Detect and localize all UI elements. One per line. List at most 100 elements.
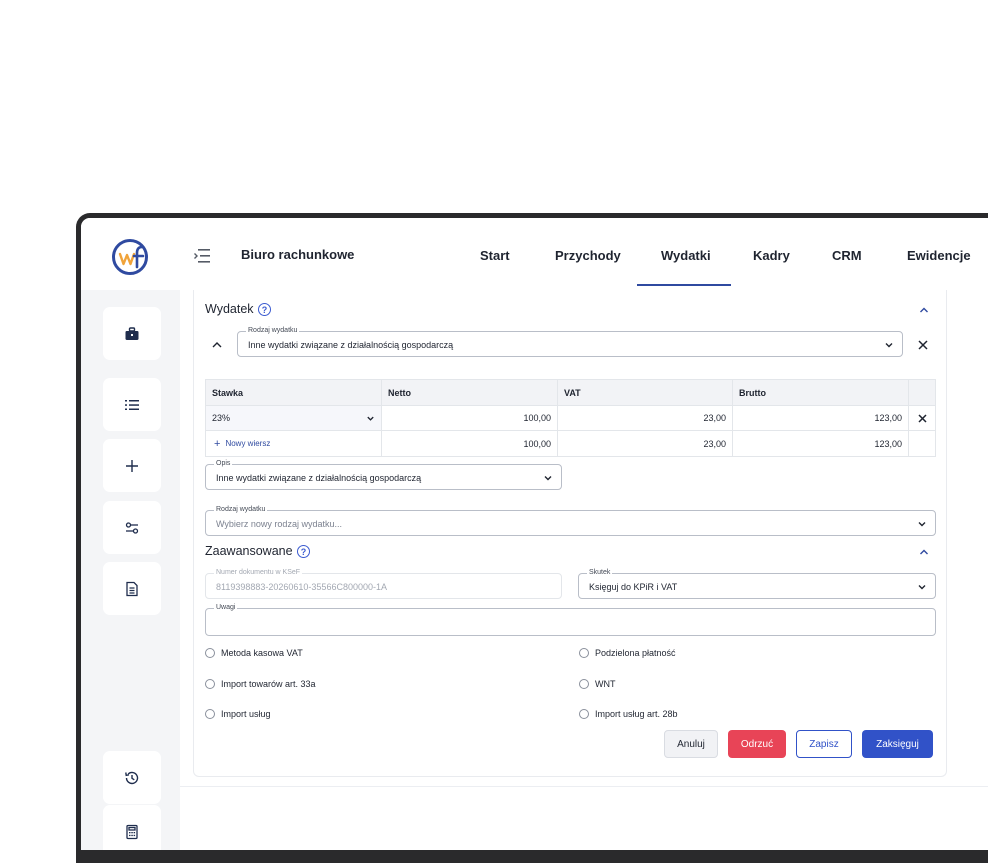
radio-circle: [579, 709, 589, 719]
expense-category-select[interactable]: Rodzaj wydatku Inne wydatki związane z d…: [237, 326, 903, 357]
description-value: Inne wydatki związane z działalnością go…: [216, 473, 422, 483]
effect-label: Skutek: [587, 568, 613, 578]
nav-ewidencje[interactable]: Ewidencje: [907, 248, 971, 263]
help-icon[interactable]: ?: [258, 303, 271, 316]
sidebar-list-button[interactable]: [103, 378, 161, 431]
ksef-number-label: Numer dokumentu w KSeF: [214, 568, 303, 578]
nav-start[interactable]: Start: [480, 248, 510, 263]
add-row-button[interactable]: + Nowy wiersz: [206, 431, 382, 456]
sliders-icon: [125, 521, 139, 534]
plus-icon: [126, 459, 138, 472]
chevron-down-icon: [918, 585, 926, 590]
option-wnt[interactable]: WNT: [579, 679, 616, 689]
column-header-netto: Netto: [382, 380, 558, 405]
new-expense-category-select[interactable]: Rodzaj wydatku Wybierz nowy rodzaj wydat…: [205, 505, 936, 536]
sidebar-settings-button[interactable]: [103, 501, 161, 554]
chevron-down-icon: [367, 416, 374, 421]
company-name[interactable]: Biuro rachunkowe: [241, 247, 354, 262]
option-import-uslug-28b[interactable]: Import usług art. 28b: [579, 709, 678, 719]
calculator-icon: [126, 824, 138, 839]
option-label: Podzielona płatność: [595, 648, 676, 658]
new-expense-category-label: Rodzaj wydatku: [214, 505, 268, 515]
option-import-towarow[interactable]: Import towarów art. 33a: [205, 679, 316, 689]
option-label: Import towarów art. 33a: [221, 679, 316, 689]
option-podzielona-platnosc[interactable]: Podzielona płatność: [579, 648, 676, 658]
collapse-chevron-up-icon[interactable]: [211, 339, 223, 351]
divider: [180, 786, 988, 787]
vat-table: Stawka Netto VAT Brutto 23% 100,00 23,00…: [205, 379, 936, 457]
radio-circle: [205, 709, 215, 719]
app-window: Biuro rachunkowe Start Przychody Wydatki…: [81, 218, 988, 850]
effect-select[interactable]: Skutek Księguj do KPiR i VAT: [578, 568, 936, 599]
notes-label: Uwagi: [214, 603, 238, 613]
save-button[interactable]: Zapisz: [796, 730, 852, 758]
delete-row-button[interactable]: [909, 406, 935, 430]
sidebar: [81, 290, 180, 850]
chevron-up-icon[interactable]: [918, 304, 930, 316]
cancel-button[interactable]: Anuluj: [664, 730, 718, 758]
chevron-down-icon: [544, 476, 552, 481]
notes-input[interactable]: Uwagi: [205, 603, 936, 636]
sidebar-briefcase-button[interactable]: [103, 307, 161, 360]
vat-rate-value: 23%: [212, 413, 231, 423]
advanced-section-title: Zaawansowane: [205, 544, 293, 558]
radio-circle: [205, 648, 215, 658]
netto-input[interactable]: 100,00: [382, 406, 558, 430]
total-brutto: 123,00: [733, 431, 909, 456]
effect-value: Księguj do KPiR i VAT: [589, 582, 678, 592]
plus-icon: +: [214, 437, 221, 450]
ksef-number-field: Numer dokumentu w KSeF 8119398883-202606…: [205, 568, 562, 599]
expense-section-title: Wydatek: [205, 302, 254, 316]
description-select[interactable]: Opis Inne wydatki związane z działalnośc…: [205, 459, 562, 490]
nav-wydatki[interactable]: Wydatki: [661, 248, 711, 263]
column-header-actions: [909, 380, 935, 405]
nav-przychody[interactable]: Przychody: [555, 248, 621, 263]
document-icon: [126, 581, 138, 596]
option-label: Metoda kasowa VAT: [221, 648, 303, 658]
chevron-down-icon: [885, 343, 893, 348]
expense-category-value: Inne wydatki związane z działalnością go…: [248, 340, 454, 350]
radio-circle: [579, 679, 589, 689]
sidebar-history-button[interactable]: [103, 751, 161, 804]
radio-circle: [205, 679, 215, 689]
reject-button[interactable]: Odrzuć: [728, 730, 786, 758]
chevron-down-icon: [918, 522, 926, 527]
column-header-vat: VAT: [558, 380, 733, 405]
total-vat: 23,00: [558, 431, 733, 456]
active-tab-indicator: [637, 284, 731, 286]
description-label: Opis: [214, 459, 233, 469]
table-row: 23% 100,00 23,00 123,00: [206, 406, 935, 431]
post-button[interactable]: Zaksięguj: [862, 730, 933, 758]
new-expense-category-placeholder: Wybierz nowy rodzaj wydatku...: [216, 519, 342, 529]
help-icon[interactable]: ?: [297, 545, 310, 558]
ksef-number-value: 8119398883-20260610-35566C800000-1A: [216, 582, 387, 592]
vat-rate-select[interactable]: 23%: [206, 406, 382, 430]
option-label: Import usług: [221, 709, 271, 719]
menu-collapse-icon[interactable]: [194, 248, 211, 264]
close-icon: [917, 413, 927, 423]
option-label: WNT: [595, 679, 616, 689]
total-netto: 100,00: [382, 431, 558, 456]
nav-kadry[interactable]: Kadry: [753, 248, 790, 263]
expense-category-label: Rodzaj wydatku: [246, 326, 300, 336]
chevron-up-icon[interactable]: [918, 546, 930, 558]
column-header-stawka: Stawka: [206, 380, 382, 405]
option-import-uslug[interactable]: Import usług: [205, 709, 271, 719]
vat-input[interactable]: 23,00: [558, 406, 733, 430]
sidebar-calculator-button[interactable]: [103, 805, 161, 850]
sidebar-add-button[interactable]: [103, 439, 161, 492]
history-icon: [125, 771, 139, 784]
nav-crm[interactable]: CRM: [832, 248, 862, 263]
sidebar-documents-button[interactable]: [103, 562, 161, 615]
column-header-brutto: Brutto: [733, 380, 909, 405]
logo[interactable]: [111, 238, 153, 276]
option-metoda-kasowa[interactable]: Metoda kasowa VAT: [205, 648, 303, 658]
brutto-input[interactable]: 123,00: [733, 406, 909, 430]
close-icon[interactable]: [917, 339, 929, 351]
add-row-label: Nowy wiersz: [225, 439, 271, 448]
table-header-row: Stawka Netto VAT Brutto: [206, 380, 935, 406]
briefcase-icon: [125, 326, 139, 340]
radio-circle: [579, 648, 589, 658]
list-icon: [125, 399, 139, 410]
option-label: Import usług art. 28b: [595, 709, 678, 719]
